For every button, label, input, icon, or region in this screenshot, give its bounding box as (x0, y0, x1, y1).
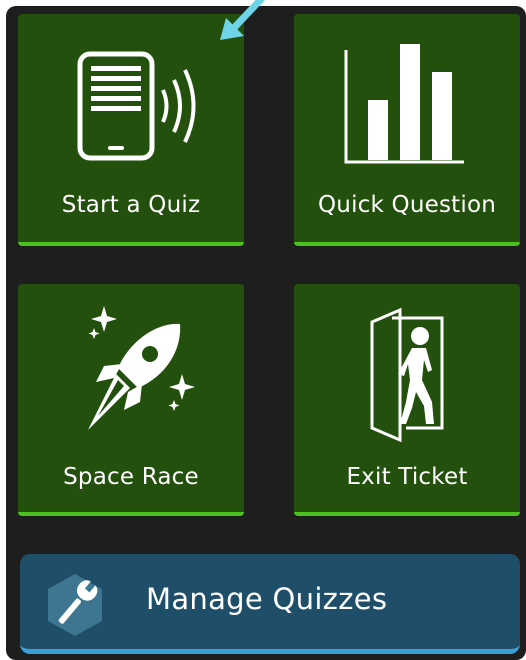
start-quiz-label: Start a Quiz (61, 192, 201, 218)
exit-ticket-tile[interactable]: Exit Ticket (294, 284, 520, 516)
quick-question-tile[interactable]: Quick Question (294, 14, 520, 246)
wrench-icon (48, 574, 102, 636)
pointer-arrow-icon (220, 0, 266, 40)
manage-quizzes-button[interactable]: Manage Quizzes (20, 554, 520, 654)
manage-quizzes-label: Manage Quizzes (146, 582, 388, 616)
rocket-icon (88, 306, 195, 430)
space-race-label: Space Race (63, 464, 199, 490)
launch-panel: Start a Quiz Quick Question Space Race E… (6, 6, 526, 660)
space-race-tile[interactable]: Space Race (18, 284, 244, 516)
exit-ticket-label: Exit Ticket (346, 464, 468, 490)
tablet-broadcast-icon (77, 51, 196, 161)
exit-door-icon (370, 307, 444, 443)
bar-chart-icon (344, 44, 464, 164)
start-quiz-tile[interactable]: Start a Quiz (18, 14, 244, 246)
quick-question-label: Quick Question (317, 192, 497, 218)
